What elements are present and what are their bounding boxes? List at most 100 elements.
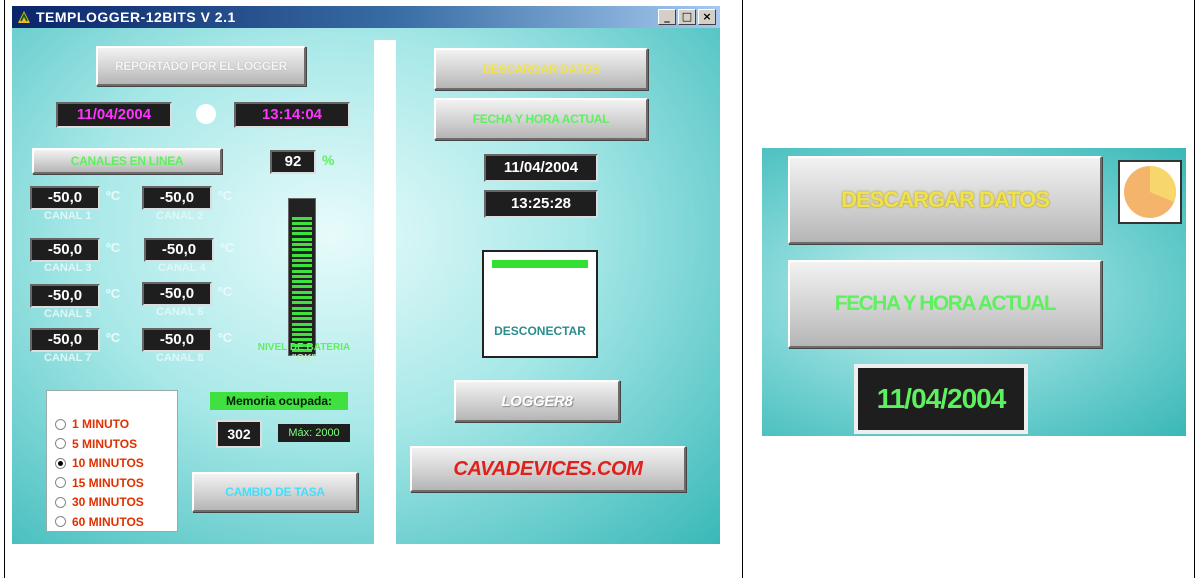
rate-option-6[interactable]: 60 MINUTOS [55,515,144,529]
battery-label-line2: "OK" [291,353,317,364]
zoom-download-data-button[interactable]: DESCARGAR DATOS [788,156,1102,244]
channel-6-value: -50,0 [142,282,212,306]
battery-segment [292,301,312,305]
radio-icon[interactable] [55,516,66,527]
panel-divider [374,40,396,544]
download-data-button[interactable]: DESCARGAR DATOS [434,48,648,90]
battery-segment [292,285,312,289]
channel-5-unit: ºC [106,286,121,301]
battery-segment [292,333,312,337]
battery-segment [292,280,312,284]
battery-segment [292,248,312,252]
battery-segment [292,311,312,315]
minimize-button[interactable]: _ [658,9,676,25]
channel-8-unit: ºC [218,330,233,345]
battery-segment [292,227,312,231]
rate-change-button[interactable]: CAMBIO DE TASA [192,472,358,512]
table-border-right [1194,0,1195,578]
current-time-display: 13:25:28 [484,190,598,218]
channel-6-label: CANAL 6 [156,306,204,318]
channel-8-value: -50,0 [142,328,212,352]
memory-label: Memoria ocupada: [210,392,348,410]
battery-segment [292,243,312,246]
channel-7-value: -50,0 [30,328,100,352]
table-border-left [4,0,5,578]
channel-7-label: CANAL 7 [44,352,92,364]
radio-icon[interactable] [55,477,66,488]
app-logo-icon [18,11,30,23]
radio-icon[interactable] [55,457,66,469]
battery-segment [292,269,312,273]
rate-option-2[interactable]: 5 MINUTOS [55,437,137,451]
maximize-button[interactable]: □ [678,9,696,25]
channel-8-label: CANAL 8 [156,352,204,364]
title-bar[interactable]: TEMPLOGGER-12BITS V 2.1 _ □ × [12,6,720,28]
battery-segment [292,216,312,220]
table-border-top [742,0,743,578]
connection-status-bar [492,260,588,268]
current-date-display: 11/04/2004 [484,154,598,182]
rate-option-label: 10 MINUTOS [72,456,144,470]
rate-option-1[interactable]: 1 MINUTO [55,417,129,431]
battery-segment [292,296,312,299]
battery-label: NIVEL DE BATERIA "OK" [234,342,374,364]
battery-label-line1: NIVEL DE BATERIA [257,342,351,353]
channel-5-value: -50,0 [30,284,100,308]
radio-icon[interactable] [55,496,66,508]
main-panel: REPORTADO POR EL LOGGER 11/04/2004 13:14… [12,28,720,544]
memory-max-display: Máx: 2000 [278,424,350,442]
battery-segment [292,322,312,326]
current-datetime-button[interactable]: FECHA Y HORA ACTUAL [434,98,648,140]
battery-segment [292,290,312,294]
status-indicator-icon [196,104,216,124]
channel-4-label: CANAL 4 [158,262,206,274]
rate-option-label: 30 MINUTOS [72,495,144,509]
channel-2-unit: ºC [218,188,233,203]
channel-3-label: CANAL 3 [44,262,92,274]
battery-segment [292,317,312,321]
channel-3-unit: ºC [106,240,121,255]
rate-option-label: 1 MINUTO [72,417,130,431]
logger-time-display: 13:14:04 [234,102,350,128]
channels-online-button[interactable]: CANALES EN LINEA [32,148,222,174]
battery-segment [292,237,312,241]
channel-7-unit: ºC [106,330,121,345]
templogger-window: TEMPLOGGER-12BITS V 2.1 _ □ × REPORTADO … [12,6,720,544]
battery-segment [292,258,312,262]
disconnect-panel[interactable]: DESCONECTAR [482,250,598,358]
progress-pie-icon [1118,160,1182,224]
logger8-button[interactable]: LOGGER8 [454,380,620,422]
battery-segment [292,306,312,310]
rate-option-label: 15 MINUTOS [72,475,144,490]
channel-6-unit: ºC [218,284,233,299]
disconnect-button[interactable]: DESCONECTAR [484,324,596,338]
memory-value-display: 302 [216,420,262,448]
close-button[interactable]: × [698,9,716,25]
channel-4-value: -50,0 [144,238,214,262]
reported-by-logger-button[interactable]: REPORTADO POR EL LOGGER [96,46,306,86]
battery-segment [292,274,312,278]
window-title: TEMPLOGGER-12BITS V 2.1 [36,9,236,25]
cavadevices-link-button[interactable]: CAVADEVICES.COM [410,446,686,492]
sample-rate-group: 1 MINUTO 5 MINUTOS 10 MINUTOS 15 MINUTOS 30 … [46,390,178,532]
radio-icon[interactable] [55,418,66,430]
rate-option-3[interactable]: 10 MINUTOS [55,456,144,470]
radio-icon[interactable] [55,438,66,449]
channel-1-value: -50,0 [30,186,100,210]
percent-sign: % [322,152,335,168]
channel-4-unit: ºC [220,240,235,255]
rate-option-4[interactable]: 15 MINUTOS [55,476,144,490]
battery-segment [292,338,312,342]
battery-level-bar [288,198,316,356]
zoomed-detail-panel: DESCARGAR DATOS FECHA Y HORA ACTUAL 11/0… [762,148,1186,436]
battery-segment [292,232,312,236]
rate-option-5[interactable]: 30 MINUTOS [55,495,144,509]
channel-1-label: CANAL 1 [44,210,92,222]
channel-3-value: -50,0 [30,238,100,262]
rate-option-label: 60 MINUTOS [72,514,144,529]
zoom-current-datetime-button[interactable]: FECHA Y HORA ACTUAL [788,260,1102,348]
channel-2-label: CANAL 2 [156,210,204,222]
logger-date-display: 11/04/2004 [56,102,172,128]
zoom-date-display: 11/04/2004 [854,364,1028,434]
battery-segment [292,264,312,268]
